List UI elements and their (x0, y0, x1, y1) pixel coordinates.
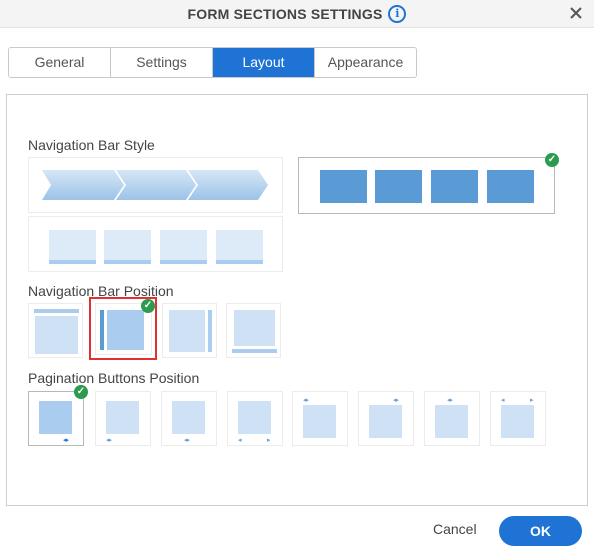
pagination-arrows-icon: ◂▸ (106, 437, 112, 444)
pagination-arrows-icon: ◂▸ (447, 397, 453, 404)
tab-appearance[interactable]: Appearance (315, 48, 416, 77)
nav-style-arrows-option[interactable] (28, 157, 283, 213)
pagination-arrows-icon: ◂▸ (63, 437, 69, 444)
tab-bar: General Settings Layout Appearance (8, 47, 417, 78)
pagination-arrows-icon: ◂▸ (184, 437, 190, 444)
nav-position-bottom-option[interactable] (226, 303, 281, 358)
arrows-preview-icon (42, 170, 268, 200)
close-icon[interactable] (566, 3, 586, 23)
nav-style-blocks-option[interactable] (298, 157, 555, 214)
pagination-arrows-icon: ◂▸ (393, 397, 399, 404)
dialog-title-row: FORM SECTIONS SETTINGS i (0, 5, 594, 23)
dialog-title: FORM SECTIONS SETTINGS (187, 6, 383, 22)
pagination-top-left-option[interactable]: ◂▸ (292, 391, 348, 446)
pagination-top-center-option[interactable]: ◂▸ (424, 391, 480, 446)
check-icon: ✓ (545, 153, 559, 167)
pagination-position-label: Pagination Buttons Position (28, 370, 200, 386)
pagination-next-icon: ▸ (267, 437, 270, 444)
dialog-titlebar: FORM SECTIONS SETTINGS i (0, 0, 594, 28)
tab-layout[interactable]: Layout (213, 48, 315, 77)
pagination-bottom-split-option[interactable]: ◂ ▸ (227, 391, 283, 446)
nav-bar-style-label: Navigation Bar Style (28, 137, 155, 153)
pagination-top-right-option[interactable]: ◂▸ (358, 391, 414, 446)
pagination-bottom-center-option[interactable]: ◂▸ (161, 391, 217, 446)
pagination-prev-icon: ◂ (238, 437, 241, 444)
check-icon: ✓ (141, 299, 155, 313)
pagination-top-split-option[interactable]: ◂ ▸ (490, 391, 546, 446)
pagination-next-icon: ▸ (530, 397, 533, 404)
ok-button[interactable]: OK (499, 516, 582, 546)
pagination-prev-icon: ◂ (501, 397, 504, 404)
nav-style-tabs-option[interactable] (28, 216, 283, 272)
pagination-bottom-right-option[interactable]: ◂▸ (28, 391, 84, 446)
nav-position-right-option[interactable] (162, 303, 217, 358)
info-icon[interactable]: i (388, 5, 407, 23)
check-icon: ✓ (74, 385, 88, 399)
nav-position-top-option[interactable] (28, 303, 83, 358)
layout-panel: Navigation Bar Style ✓ Navigation Bar Po… (6, 94, 588, 506)
tab-settings[interactable]: Settings (111, 48, 213, 77)
cancel-button[interactable]: Cancel (433, 521, 477, 537)
tab-general[interactable]: General (9, 48, 111, 77)
pagination-arrows-icon: ◂▸ (303, 397, 309, 404)
pagination-bottom-left-option[interactable]: ◂▸ (95, 391, 151, 446)
